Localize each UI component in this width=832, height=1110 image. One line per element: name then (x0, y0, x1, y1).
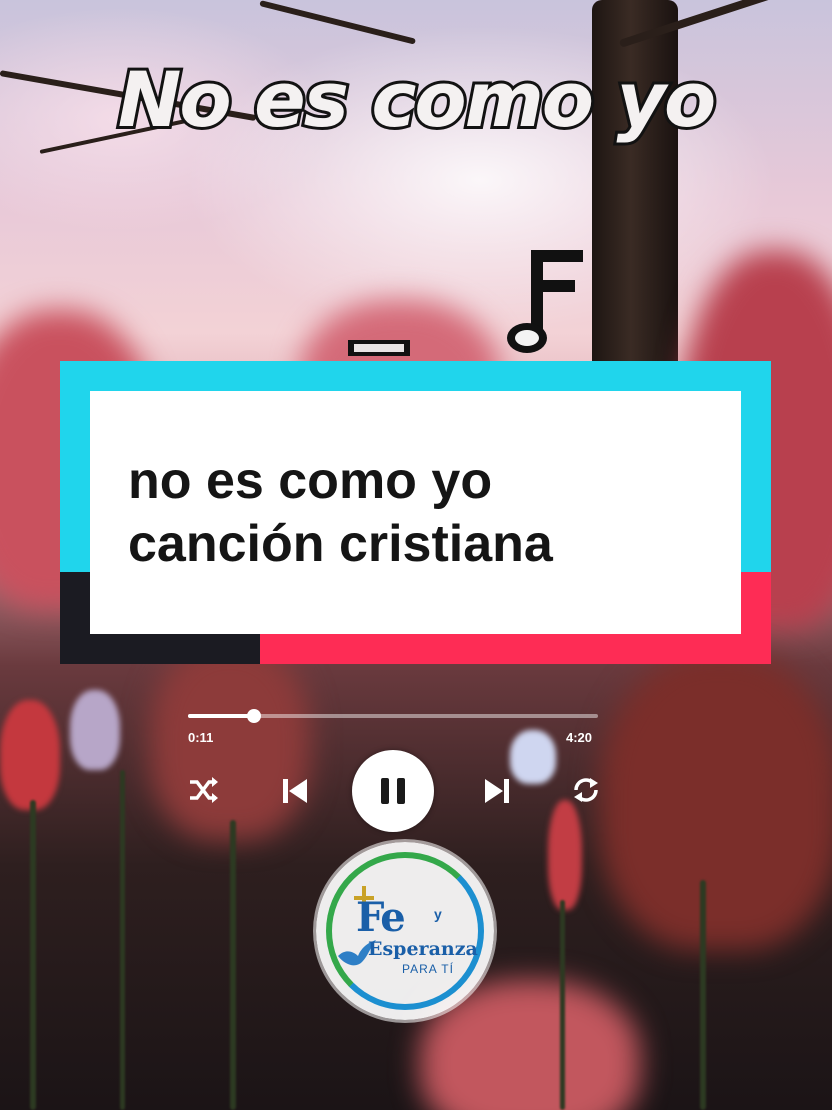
logo-esperanza: Esperanza (368, 938, 478, 960)
total-time: 4:20 (566, 730, 593, 745)
music-note-icon (507, 250, 583, 353)
pause-icon (381, 778, 389, 804)
logo-ring (326, 852, 484, 1010)
music-note-icon (348, 340, 410, 356)
tulip (548, 800, 582, 910)
current-time: 0:11 (188, 730, 214, 745)
stem (230, 820, 236, 1110)
logo-y: y (434, 906, 442, 922)
pause-icon (397, 778, 405, 804)
stem (120, 770, 125, 1110)
logo-tagline: PARA TÍ (402, 962, 454, 976)
tulip (0, 700, 60, 810)
logo-fe: Fe (356, 894, 406, 941)
video-title: No es como yo (115, 52, 719, 147)
next-icon[interactable] (482, 776, 512, 806)
progress-knob[interactable] (246, 709, 261, 723)
pause-button[interactable] (352, 750, 434, 832)
stem (700, 880, 706, 1110)
tulip (510, 730, 556, 784)
shuffle-icon[interactable] (188, 776, 220, 804)
channel-logo: Fe y Esperanza PARA TÍ (316, 842, 494, 1020)
stem (30, 800, 36, 1110)
progress-fill (188, 714, 254, 718)
progress-bar[interactable] (188, 709, 598, 723)
caption-line-1: no es como yo (128, 452, 493, 510)
tulip (600, 650, 832, 950)
previous-icon[interactable] (280, 776, 310, 806)
stem (560, 900, 565, 1110)
caption-line-2: canción cristiana (128, 515, 553, 573)
caption-text: no es como yo canción cristiana (128, 450, 728, 576)
repeat-icon[interactable] (570, 774, 602, 806)
tulip (150, 640, 310, 840)
tulip (70, 690, 120, 770)
